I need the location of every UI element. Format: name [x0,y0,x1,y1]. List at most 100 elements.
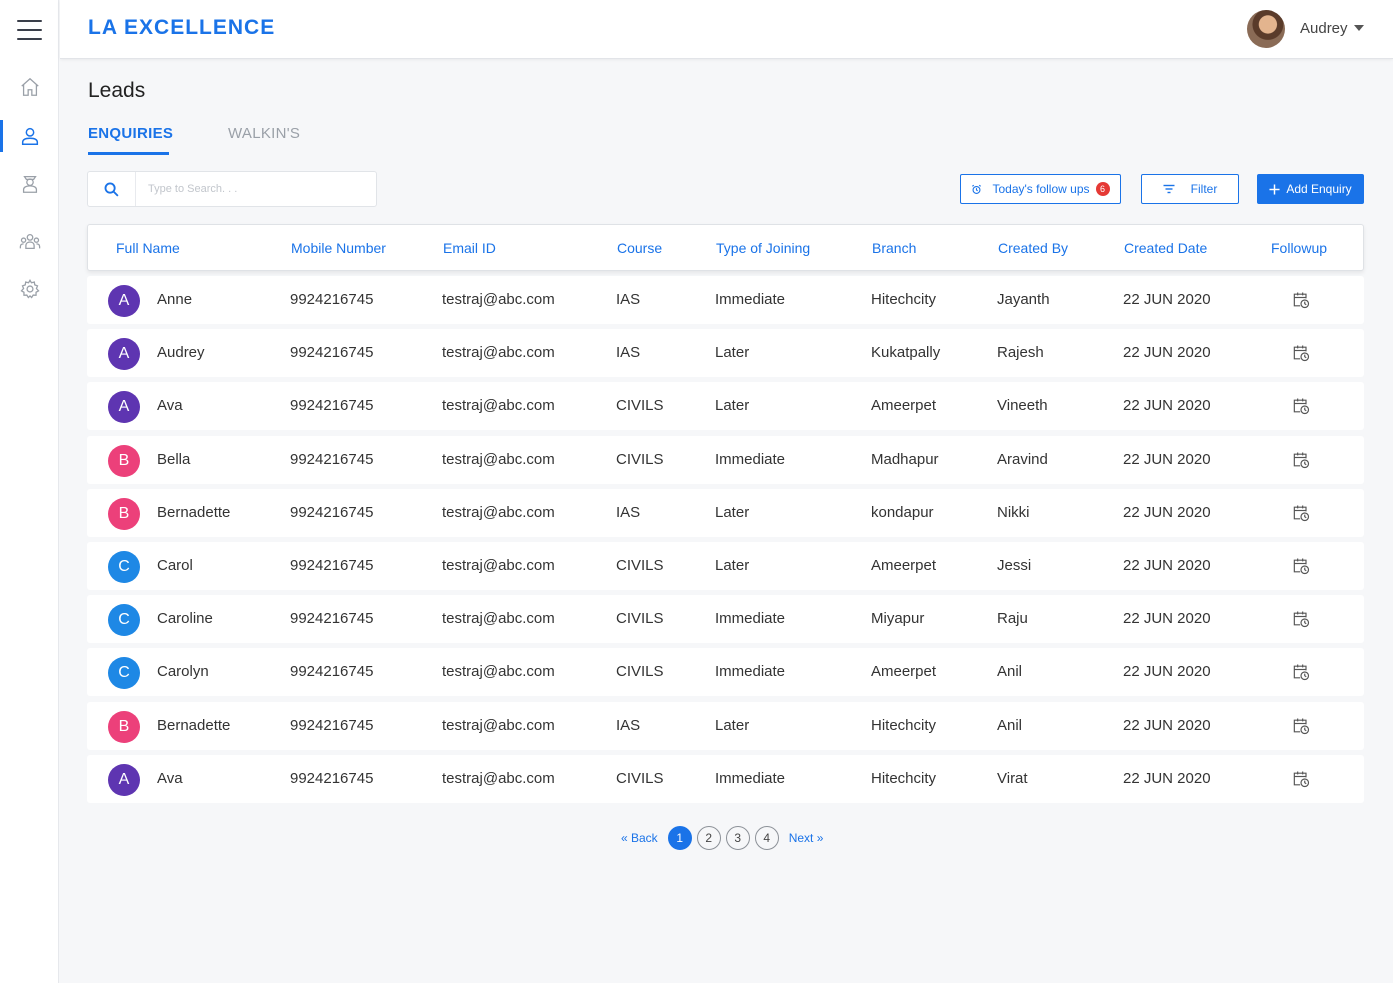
page-number-4[interactable]: 4 [754,826,779,850]
filter-button[interactable]: Filter [1141,174,1239,204]
cell-email-id: testraj@abc.com [442,717,555,734]
cell-mobile-number: 9924216745 [290,451,374,468]
brand-logo[interactable]: LA EXCELLENCE [88,16,275,40]
plus-icon [1269,183,1280,195]
cell-full-name: Audrey [157,344,205,361]
name-initial-avatar: B [108,498,140,530]
column-header-email-id[interactable]: Email ID [443,240,496,256]
column-header-mobile-number[interactable]: Mobile Number [291,240,386,256]
cell-created-by: Rajesh [997,344,1044,361]
sidebar-item-leads[interactable] [0,118,59,154]
column-header-course[interactable]: Course [617,240,662,256]
cell-created-date: 22 JUN 2020 [1123,770,1211,787]
chevron-down-icon[interactable] [1354,25,1364,31]
table-row[interactable]: B Bella 9924216745 testraj@abc.com CIVILS Imm… [87,436,1364,484]
menu-icon[interactable] [17,20,42,42]
followup-calendar-icon[interactable] [1291,343,1311,363]
column-header-full-name[interactable]: Full Name [116,240,180,256]
table-row[interactable]: C Carolyn 9924216745 testraj@abc.com CIVILS I… [87,648,1364,696]
table-header: Full Name Mobile Number Email ID Course … [87,224,1364,271]
cell-type-of-joining: Later [715,717,750,734]
followup-calendar-icon[interactable] [1291,609,1311,629]
cell-email-id: testraj@abc.com [442,557,555,574]
cell-email-id: testraj@abc.com [442,291,555,308]
cell-created-date: 22 JUN 2020 [1123,344,1211,361]
followup-calendar-icon[interactable] [1291,396,1311,416]
page-number-3[interactable]: 3 [725,826,750,850]
followup-calendar-icon[interactable] [1291,290,1311,310]
cell-type-of-joining: Immediate [715,610,786,627]
column-header-followup[interactable]: Followup [1271,240,1327,256]
cell-created-by: Raju [997,610,1028,627]
table-row[interactable]: A Audrey 9924216745 testraj@abc.com IAS Later… [87,329,1364,377]
tab-walkins[interactable]: WALKIN'S [228,125,300,142]
cell-branch: kondapur [871,504,934,521]
table-row[interactable]: C Caroline 9924216745 testraj@abc.com CIVILS… [87,595,1364,643]
cell-full-name: Bernadette [157,504,231,521]
cell-created-by: Jayanth [997,291,1050,308]
settings-icon [19,279,40,299]
cell-email-id: testraj@abc.com [442,504,555,521]
column-header-type-of-joining[interactable]: Type of Joining [716,240,810,256]
filter-icon [1163,184,1175,194]
cell-created-date: 22 JUN 2020 [1123,717,1211,734]
table-row[interactable]: A Ava 9924216745 testraj@abc.com CIVILS Immed… [87,755,1364,803]
followup-calendar-icon[interactable] [1291,716,1311,736]
cell-created-date: 22 JUN 2020 [1123,610,1211,627]
cell-email-id: testraj@abc.com [442,610,555,627]
pagination-next-link[interactable]: Next » [789,831,824,845]
cell-created-by: Virat [997,770,1028,787]
followup-calendar-icon[interactable] [1291,503,1311,523]
cell-type-of-joining: Immediate [715,451,786,468]
page-title: Leads [88,79,146,102]
followup-calendar-icon[interactable] [1291,769,1311,789]
cell-email-id: testraj@abc.com [442,770,555,787]
cell-full-name: Anne [157,291,193,308]
sidebar-item-home[interactable] [0,69,59,105]
table-row[interactable]: B Bernadette 9924216745 testraj@abc.com IAS L… [87,489,1364,537]
followup-calendar-icon[interactable] [1291,556,1311,576]
search-input[interactable] [148,174,376,204]
cell-created-date: 22 JUN 2020 [1123,504,1211,521]
cell-created-date: 22 JUN 2020 [1123,557,1211,574]
cell-branch: Miyapur [871,610,925,627]
cell-branch: Ameerpet [871,663,937,680]
home-icon [20,77,39,96]
cell-mobile-number: 9924216745 [290,397,374,414]
cell-branch: Madhapur [871,451,939,468]
column-header-created-by[interactable]: Created By [998,240,1068,256]
todays-followups-button[interactable]: Today's follow ups 6 [960,174,1121,204]
column-header-created-date[interactable]: Created Date [1124,240,1207,256]
table-row[interactable]: A Anne 9924216745 testraj@abc.com IAS Immedia… [87,276,1364,324]
sidebar-item-groups[interactable] [0,224,59,260]
cell-course: CIVILS [616,557,664,574]
cell-course: IAS [616,344,641,361]
cell-created-by: Nikki [997,504,1030,521]
avatar[interactable] [1247,10,1285,48]
name-initial-avatar: C [108,604,140,636]
cell-branch: Ameerpet [871,557,937,574]
table-row[interactable]: B Bernadette 9924216745 testraj@abc.com IAS L… [87,702,1364,750]
name-initial-avatar: C [108,657,140,689]
sidebar-item-students[interactable] [0,166,59,202]
cell-created-by: Aravind [997,451,1048,468]
page-number-2[interactable]: 2 [696,826,721,850]
cell-course: IAS [616,717,641,734]
sidebar-item-settings[interactable] [0,271,59,307]
followup-calendar-icon[interactable] [1291,450,1311,470]
table-row[interactable]: A Ava 9924216745 testraj@abc.com CIVILS Later… [87,382,1364,430]
column-header-branch[interactable]: Branch [872,240,916,256]
table-row[interactable]: C Carol 9924216745 testraj@abc.com CIVILS Lat… [87,542,1364,590]
cell-type-of-joining: Immediate [715,663,786,680]
followup-calendar-icon[interactable] [1291,662,1311,682]
add-enquiry-label: Add Enquiry [1286,182,1352,196]
user-name[interactable]: Audrey [1300,20,1348,37]
search-icon[interactable] [88,172,136,206]
pagination-back-link[interactable]: « Back [621,831,658,845]
alarm-clock-icon [972,184,982,194]
name-initial-avatar: A [108,338,140,370]
add-enquiry-button[interactable]: Add Enquiry [1257,174,1364,204]
tab-enquiries[interactable]: ENQUIRIES [88,125,173,155]
page-number-1[interactable]: 1 [667,826,692,850]
cell-type-of-joining: Later [715,557,750,574]
